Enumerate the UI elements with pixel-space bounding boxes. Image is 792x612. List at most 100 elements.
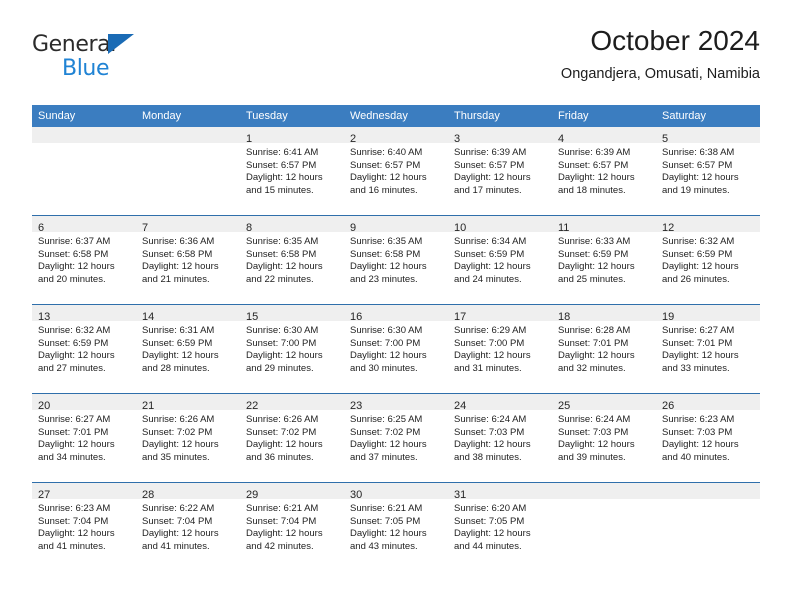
- day-number-band: 28: [136, 483, 240, 501]
- sunset-text: Sunset: 6:59 PM: [558, 248, 629, 260]
- sunset-text: Sunset: 7:02 PM: [246, 426, 317, 438]
- calendar-day-cell[interactable]: 11 Sunrise: 6:33 AM Sunset: 6:59 PM Dayligh…: [552, 215, 656, 305]
- day-number: 23: [350, 400, 363, 412]
- calendar-day-cell[interactable]: 28 Sunrise: 6:22 AM Sunset: 7:04 PM Dayligh…: [136, 482, 240, 571]
- calendar-day-cell[interactable]: 27 Sunrise: 6:23 AM Sunset: 7:04 PM Dayligh…: [32, 482, 136, 571]
- day-number: 31: [454, 489, 467, 501]
- day-number-band: 10: [448, 216, 552, 234]
- calendar-day-cell[interactable]: 10 Sunrise: 6:34 AM Sunset: 6:59 PM Dayligh…: [448, 215, 552, 305]
- calendar-day-cell-empty: [552, 482, 656, 571]
- calendar-day-cell[interactable]: 17 Sunrise: 6:29 AM Sunset: 7:00 PM Dayligh…: [448, 304, 552, 394]
- calendar-day-cell[interactable]: 6 Sunrise: 6:37 AM Sunset: 6:58 PM Daylight…: [32, 215, 136, 305]
- daylight-text-line2: and 30 minutes.: [350, 362, 418, 374]
- calendar-day-cell[interactable]: 12 Sunrise: 6:32 AM Sunset: 6:59 PM Dayligh…: [656, 215, 760, 305]
- daylight-text-line2: and 25 minutes.: [558, 273, 626, 285]
- calendar-day-cell[interactable]: 30 Sunrise: 6:21 AM Sunset: 7:05 PM Dayligh…: [344, 482, 448, 571]
- calendar-day-cell[interactable]: 7 Sunrise: 6:36 AM Sunset: 6:58 PM Daylight…: [136, 215, 240, 305]
- day-number-band: 23: [344, 394, 448, 412]
- calendar-day-cell[interactable]: 22 Sunrise: 6:26 AM Sunset: 7:02 PM Dayligh…: [240, 393, 344, 483]
- calendar-day-cell[interactable]: 18 Sunrise: 6:28 AM Sunset: 7:01 PM Dayligh…: [552, 304, 656, 394]
- daylight-text-line2: and 27 minutes.: [38, 362, 106, 374]
- calendar-day-cell[interactable]: 16 Sunrise: 6:30 AM Sunset: 7:00 PM Dayligh…: [344, 304, 448, 394]
- daylight-text-line2: and 43 minutes.: [350, 540, 418, 552]
- daylight-text-line1: Daylight: 12 hours: [350, 439, 427, 451]
- calendar-day-cell[interactable]: 24 Sunrise: 6:24 AM Sunset: 7:03 PM Dayligh…: [448, 393, 552, 483]
- calendar-day-cell[interactable]: 8 Sunrise: 6:35 AM Sunset: 6:58 PM Daylight…: [240, 215, 344, 305]
- calendar-day-cell[interactable]: 9 Sunrise: 6:35 AM Sunset: 6:58 PM Daylight…: [344, 215, 448, 305]
- daylight-text-line2: and 26 minutes.: [662, 273, 730, 285]
- daylight-text-line1: Daylight: 12 hours: [662, 350, 739, 362]
- day-number: 17: [454, 311, 467, 323]
- sunrise-text: Sunrise: 6:27 AM: [38, 414, 111, 425]
- sunrise-text: Sunrise: 6:21 AM: [246, 503, 319, 514]
- sunset-text: Sunset: 6:58 PM: [246, 248, 317, 260]
- calendar-day-cell-empty: [32, 127, 136, 216]
- sunrise-text: Sunrise: 6:26 AM: [246, 414, 319, 425]
- daylight-text-line1: Daylight: 12 hours: [350, 172, 427, 184]
- general-blue-logo[interactable]: General Blue: [32, 32, 162, 88]
- day-number: 10: [454, 222, 467, 234]
- calendar-day-cell[interactable]: 3 Sunrise: 6:39 AM Sunset: 6:57 PM Daylight…: [448, 127, 552, 216]
- sunrise-text: Sunrise: 6:30 AM: [246, 325, 319, 336]
- daylight-text-line2: and 18 minutes.: [558, 184, 626, 196]
- calendar-day-cell[interactable]: 26 Sunrise: 6:23 AM Sunset: 7:03 PM Dayligh…: [656, 393, 760, 483]
- calendar-header-row: Sunday Monday Tuesday Wednesday Thursday…: [32, 105, 760, 127]
- daylight-text-line1: Daylight: 12 hours: [246, 350, 323, 362]
- calendar-day-cell[interactable]: 2 Sunrise: 6:40 AM Sunset: 6:57 PM Daylight…: [344, 127, 448, 216]
- calendar-day-cell[interactable]: 21 Sunrise: 6:26 AM Sunset: 7:02 PM Dayligh…: [136, 393, 240, 483]
- day-number-band: 27: [32, 483, 136, 501]
- sunset-text: Sunset: 7:03 PM: [662, 426, 733, 438]
- day-number: 15: [246, 311, 259, 323]
- day-number-band: 3: [448, 127, 552, 145]
- day-number: 8: [246, 222, 253, 234]
- calendar-day-cell[interactable]: 15 Sunrise: 6:30 AM Sunset: 7:00 PM Dayligh…: [240, 304, 344, 394]
- day-number-band: 11: [552, 216, 656, 234]
- calendar-day-cell[interactable]: 25 Sunrise: 6:24 AM Sunset: 7:03 PM Dayligh…: [552, 393, 656, 483]
- day-details: Sunrise: 6:38 AM Sunset: 6:57 PM Daylight:…: [656, 143, 760, 197]
- calendar-day-cell[interactable]: 19 Sunrise: 6:27 AM Sunset: 7:01 PM Dayligh…: [656, 304, 760, 394]
- calendar-day-cell[interactable]: 31 Sunrise: 6:20 AM Sunset: 7:05 PM Dayligh…: [448, 482, 552, 571]
- day-number: 13: [38, 311, 51, 323]
- day-number: 30: [350, 489, 363, 501]
- daylight-text-line2: and 15 minutes.: [246, 184, 314, 196]
- calendar-day-cell[interactable]: 13 Sunrise: 6:32 AM Sunset: 6:59 PM Dayligh…: [32, 304, 136, 394]
- day-number-band: 25: [552, 394, 656, 412]
- day-number: 1: [246, 133, 253, 145]
- day-number-band: 1: [240, 127, 344, 145]
- day-number-band: 2: [344, 127, 448, 145]
- calendar-week-row: 27 Sunrise: 6:23 AM Sunset: 7:04 PM Dayligh…: [32, 482, 760, 571]
- calendar-day-cell[interactable]: 29 Sunrise: 6:21 AM Sunset: 7:04 PM Dayligh…: [240, 482, 344, 571]
- daylight-text-line2: and 41 minutes.: [38, 540, 106, 552]
- day-details: Sunrise: 6:23 AM Sunset: 7:03 PM Daylight:…: [656, 410, 760, 464]
- day-number-band: 30: [344, 483, 448, 501]
- day-number: 7: [142, 222, 149, 234]
- sunset-text: Sunset: 7:00 PM: [246, 337, 317, 349]
- daylight-text-line1: Daylight: 12 hours: [142, 350, 219, 362]
- day-details: Sunrise: 6:35 AM Sunset: 6:58 PM Daylight:…: [240, 232, 344, 286]
- day-number: 28: [142, 489, 155, 501]
- calendar-day-cell[interactable]: 4 Sunrise: 6:39 AM Sunset: 6:57 PM Daylight…: [552, 127, 656, 216]
- day-details: Sunrise: 6:24 AM Sunset: 7:03 PM Daylight:…: [552, 410, 656, 464]
- daylight-text-line2: and 36 minutes.: [246, 451, 314, 463]
- daylight-text-line2: and 17 minutes.: [454, 184, 522, 196]
- calendar-day-cell[interactable]: 23 Sunrise: 6:25 AM Sunset: 7:02 PM Dayligh…: [344, 393, 448, 483]
- sunset-text: Sunset: 6:57 PM: [454, 159, 525, 171]
- sunrise-text: Sunrise: 6:23 AM: [662, 414, 735, 425]
- sunrise-text: Sunrise: 6:25 AM: [350, 414, 423, 425]
- logo-text-blue: Blue: [62, 56, 110, 81]
- sunset-text: Sunset: 6:57 PM: [662, 159, 733, 171]
- day-details: Sunrise: 6:29 AM Sunset: 7:00 PM Daylight:…: [448, 321, 552, 375]
- sunset-text: Sunset: 7:05 PM: [350, 515, 421, 527]
- calendar-day-cell[interactable]: 1 Sunrise: 6:41 AM Sunset: 6:57 PM Daylight…: [240, 127, 344, 216]
- daylight-text-line1: Daylight: 12 hours: [558, 439, 635, 451]
- sunset-text: Sunset: 7:03 PM: [558, 426, 629, 438]
- daylight-text-line2: and 20 minutes.: [38, 273, 106, 285]
- day-number: 22: [246, 400, 259, 412]
- logo-text-general: General: [32, 32, 116, 57]
- calendar-day-cell[interactable]: 14 Sunrise: 6:31 AM Sunset: 6:59 PM Dayligh…: [136, 304, 240, 394]
- calendar-day-cell[interactable]: 20 Sunrise: 6:27 AM Sunset: 7:01 PM Dayligh…: [32, 393, 136, 483]
- day-number-band: 18: [552, 305, 656, 323]
- calendar-day-cell[interactable]: 5 Sunrise: 6:38 AM Sunset: 6:57 PM Daylight…: [656, 127, 760, 216]
- daylight-text-line2: and 24 minutes.: [454, 273, 522, 285]
- day-number-band: 24: [448, 394, 552, 412]
